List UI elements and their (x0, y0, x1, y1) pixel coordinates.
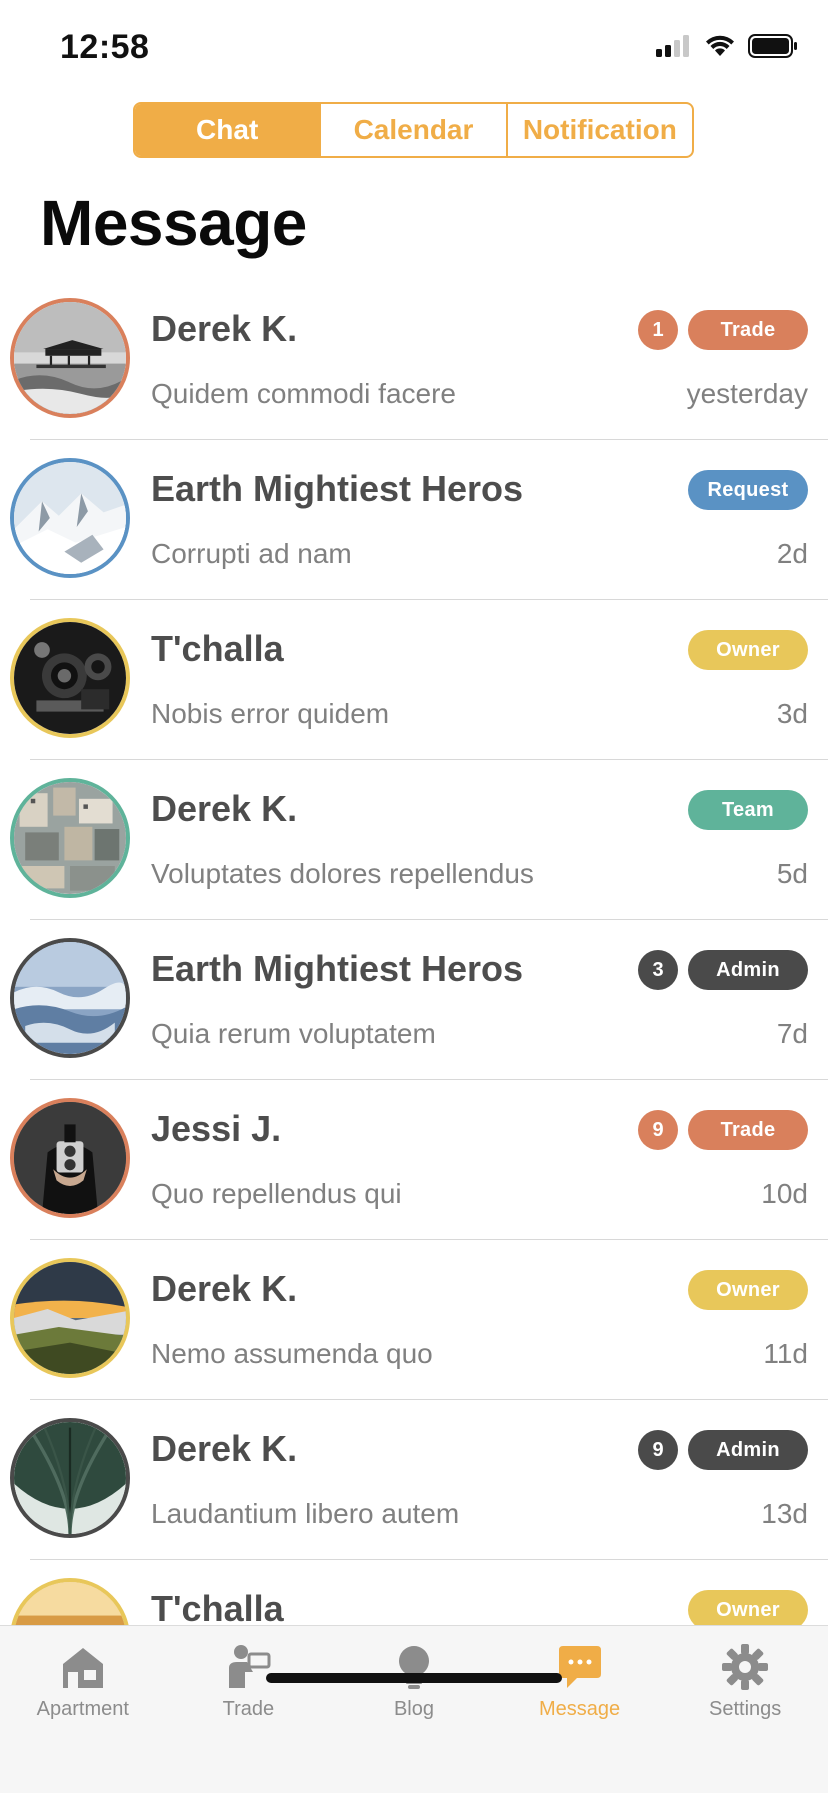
segment-calendar[interactable]: Calendar (319, 104, 505, 156)
message-row[interactable]: Earth Mightiest Heros 3 Admin Quia rerum vo… (0, 920, 828, 1080)
role-tag: Trade (688, 1110, 808, 1150)
badges: Request (688, 470, 808, 510)
unread-count-badge: 3 (638, 950, 678, 990)
badges: 3 Admin (638, 950, 808, 990)
contact-name: Derek K. (151, 1268, 298, 1309)
message-preview: Voluptates dolores repellendus (151, 858, 534, 889)
message-row[interactable]: Earth Mightiest Heros Request Corrupti ad … (0, 440, 828, 600)
badges: 9 Admin (638, 1430, 808, 1470)
role-tag: Request (688, 470, 808, 510)
role-tag: Trade (688, 310, 808, 350)
role-tag: Team (688, 790, 808, 830)
avatar-city-photo[interactable] (10, 778, 130, 898)
message-row[interactable]: T'challa Owner (0, 1560, 828, 1625)
role-tag: Admin (688, 950, 808, 990)
role-tag: Owner (688, 1590, 808, 1625)
message-time: 2d (776, 538, 808, 569)
trade-person-icon (223, 1642, 273, 1692)
unread-count-badge: 9 (638, 1430, 678, 1470)
status-icons (656, 34, 798, 58)
message-preview: Quo repellendus qui (151, 1178, 402, 1209)
unread-count-badge: 1 (638, 310, 678, 350)
tab-label: Trade (222, 1698, 275, 1720)
message-row[interactable]: Derek K. 9 Admin Laudantium libero autem 13d (0, 1400, 828, 1560)
tab-label: Blog (393, 1698, 434, 1720)
segment-chat[interactable]: Chat (135, 104, 320, 156)
contact-name: T'challa (151, 628, 284, 669)
house-icon (58, 1642, 108, 1692)
role-tag: Owner (688, 1270, 808, 1310)
page-title: Message (40, 187, 307, 259)
message-preview: Corrupti ad nam (151, 538, 352, 569)
contact-name: Derek K. (151, 788, 298, 829)
lightbulb-icon (389, 1642, 439, 1692)
message-preview: Nobis error quidem (151, 698, 390, 729)
avatar-sunrise-photo[interactable] (10, 1578, 130, 1625)
avatar-photographer-photo[interactable] (10, 1098, 130, 1218)
message-time: 3d (776, 698, 808, 729)
gear-icon (720, 1642, 770, 1692)
message-list[interactable]: Derek K. 1 Trade Quidem commodi facere yeste… (0, 280, 828, 1625)
home-indicator (266, 1673, 562, 1683)
avatar-sunset-landscape-photo[interactable] (10, 1258, 130, 1378)
message-time: 5d (776, 858, 808, 889)
message-time: 10d (761, 1178, 808, 1209)
battery-icon (748, 34, 797, 58)
chat-bubble-icon (555, 1642, 605, 1692)
message-time: 11d (763, 1338, 808, 1369)
role-tag: Admin (688, 1430, 808, 1470)
tab-label: Apartment (36, 1698, 129, 1720)
unread-count-badge: 9 (638, 1110, 678, 1150)
message-time: yesterday (686, 378, 808, 409)
tab-apartment[interactable]: Apartment (0, 1626, 166, 1736)
badges: Owner (688, 1590, 808, 1625)
role-tag: Owner (688, 630, 808, 670)
tab-label: Settings (709, 1698, 782, 1720)
message-time: 13d (761, 1498, 808, 1529)
tab-label: Message (539, 1698, 621, 1720)
avatar-bridge-photo[interactable] (10, 1418, 130, 1538)
cellular-signal-icon (656, 35, 689, 57)
tab-bar: Apartment Trade Blog Message Settings (0, 1625, 828, 1793)
wifi-icon (706, 35, 734, 56)
avatar-snowy-mountain-photo[interactable] (10, 458, 130, 578)
message-time: 7d (776, 1018, 808, 1049)
segmented-control: Chat Calendar Notification (133, 102, 694, 158)
avatar-pier-photo[interactable] (10, 298, 130, 418)
status-time: 12:58 (60, 28, 150, 66)
badges: Owner (688, 630, 808, 670)
message-preview: Laudantium libero autem (151, 1498, 460, 1529)
avatar-clouds-photo[interactable] (10, 938, 130, 1058)
contact-name: Earth Mightiest Heros (151, 468, 524, 509)
message-preview: Nemo assumenda quo (151, 1338, 433, 1369)
status-bar: 12:58 (0, 0, 828, 100)
contact-name: Derek K. (151, 308, 298, 349)
message-row[interactable]: Derek K. Team Voluptates dolores repellend… (0, 760, 828, 920)
contact-name: Earth Mightiest Heros (151, 948, 524, 989)
message-preview: Quidem commodi facere (151, 378, 457, 409)
contact-name: Jessi J. (151, 1108, 282, 1149)
message-row[interactable]: Derek K. Owner Nemo assumenda quo 11d (0, 1240, 828, 1400)
tab-settings[interactable]: Settings (662, 1626, 828, 1736)
avatar-camera-photo[interactable] (10, 618, 130, 738)
contact-name: Derek K. (151, 1428, 298, 1469)
message-preview: Quia rerum voluptatem (151, 1018, 436, 1049)
badges: Owner (688, 1270, 808, 1310)
message-row[interactable]: T'challa Owner Nobis error quidem 3d (0, 600, 828, 760)
badges: 1 Trade (638, 310, 808, 350)
badges: Team (688, 790, 808, 830)
message-row[interactable]: Jessi J. 9 Trade Quo repellendus qui 10d (0, 1080, 828, 1240)
badges: 9 Trade (638, 1110, 808, 1150)
contact-name: T'challa (151, 1588, 284, 1625)
segment-notification[interactable]: Notification (505, 104, 692, 156)
message-row[interactable]: Derek K. 1 Trade Quidem commodi facere yeste… (0, 280, 828, 440)
